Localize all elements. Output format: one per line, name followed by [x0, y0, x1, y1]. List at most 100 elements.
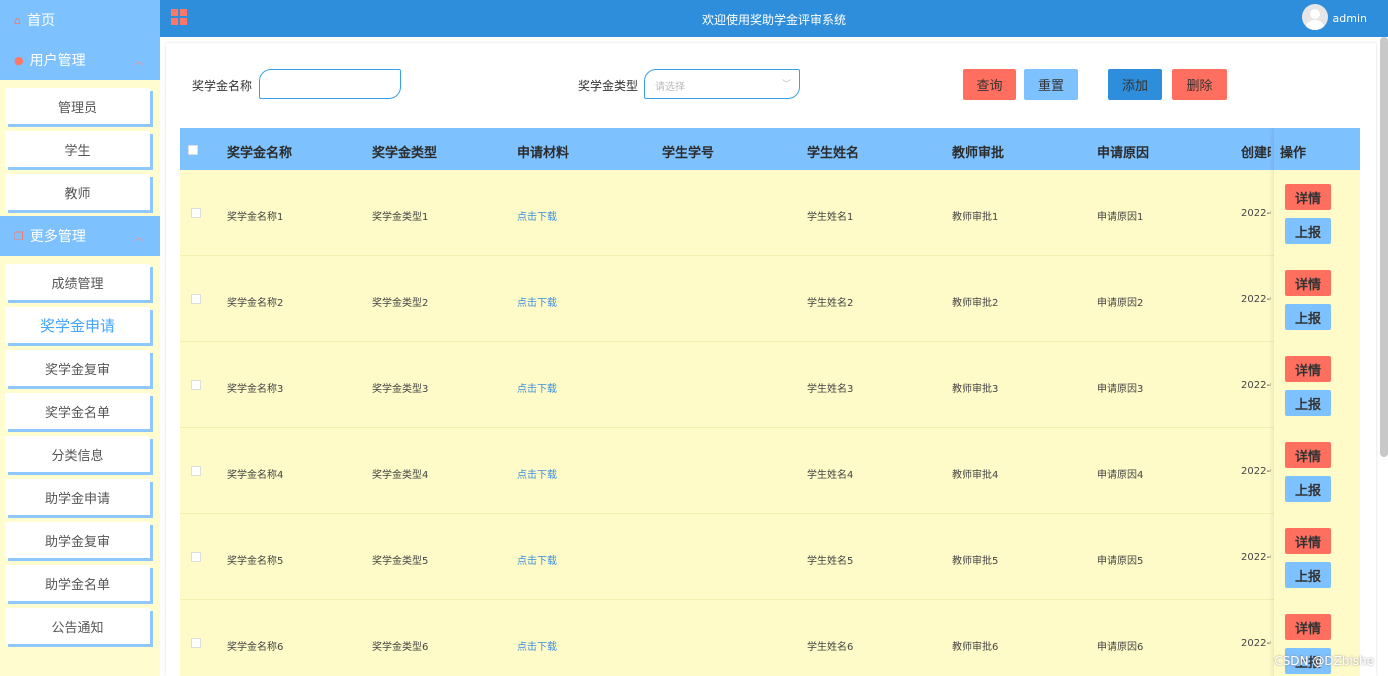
cell-created-clip: 2022-0 — [1241, 636, 1271, 652]
cell-created: 2022-0 — [1241, 208, 1271, 219]
watermark: CSDN @DZbishe — [1274, 654, 1374, 668]
row-checkbox[interactable] — [191, 208, 201, 218]
main-panel: 奖学金名称 奖学金类型 请选择 ﹀ 查询 重置 添加 删除 奖学金名称 奖学金类… — [166, 43, 1376, 676]
sidebar-group-user[interactable]: ● 用户管理 ︿ — [0, 40, 160, 80]
report-button[interactable]: 上报 — [1285, 562, 1331, 588]
row-checkbox[interactable] — [191, 466, 201, 476]
app-title: 欢迎使用奖助学金评审系统 — [701, 13, 846, 27]
cell-student-name: 学生姓名5 — [807, 556, 854, 567]
operations-column: 操作 详情 上报 详情 上报 详情 上报 详情 上报 详情 上报 详情 上报 — [1274, 128, 1360, 676]
sidebar-item-grant-apply[interactable]: 助学金申请 — [5, 479, 150, 515]
chevron-up-icon: ︿ — [134, 56, 144, 68]
row-checkbox[interactable] — [191, 552, 201, 562]
sidebar-item-grades[interactable]: 成绩管理 — [5, 264, 150, 300]
top-bar: 欢迎使用奖助学金评审系统 admin — [160, 0, 1388, 37]
table-row: 奖学金名称3 奖学金类型3 点击下载 学生姓名3 教师审批3 申请原因3 2022-0 — [180, 342, 1360, 428]
col-created: 创建时 — [1241, 146, 1271, 160]
reset-button[interactable]: 重置 — [1024, 69, 1078, 100]
scholarship-type-label: 奖学金类型 — [578, 79, 639, 93]
cell-material[interactable]: 点击下载 — [517, 294, 557, 309]
data-table: 奖学金名称 奖学金类型 申请材料 学生学号 学生姓名 教师审批 申请原因 创建时… — [180, 128, 1360, 676]
cell-created: 2022-0 — [1241, 294, 1271, 305]
table-row: 奖学金名称1 奖学金类型1 点击下载 学生姓名1 教师审批1 申请原因1 2022-0 — [180, 170, 1360, 256]
sidebar-item-scholarship-review[interactable]: 奖学金复审 — [5, 350, 150, 386]
cell-created-clip: 2022-0 — [1241, 378, 1271, 394]
table-row: 奖学金名称6 奖学金类型6 点击下载 学生姓名6 教师审批6 申请原因6 2022-0 — [180, 600, 1360, 676]
row-checkbox[interactable] — [191, 294, 201, 304]
sidebar-group-more-label: 更多管理 — [29, 229, 86, 245]
username[interactable]: admin — [1333, 12, 1367, 25]
chevron-down-icon: ﹀ — [781, 80, 791, 90]
cell-reason: 申请原因4 — [1097, 470, 1144, 481]
detail-button[interactable]: 详情 — [1285, 528, 1331, 554]
cell-name: 奖学金名称2 — [227, 298, 284, 309]
col-approval: 教师审批 — [952, 146, 1005, 161]
detail-button[interactable]: 详情 — [1285, 270, 1331, 296]
sidebar-group-more[interactable]: ❐ 更多管理 ︿ — [0, 216, 160, 256]
cell-created-clip: 2022-0 — [1241, 464, 1271, 480]
sidebar-group-user-label: 用户管理 — [29, 53, 86, 69]
sidebar-item-notice[interactable]: 公告通知 — [5, 608, 150, 644]
cell-type: 奖学金类型4 — [372, 470, 429, 481]
cell-material[interactable]: 点击下载 — [517, 466, 557, 481]
cell-material[interactable]: 点击下载 — [517, 552, 557, 567]
avatar[interactable] — [1302, 4, 1328, 30]
cell-student-name: 学生姓名4 — [807, 470, 854, 481]
cell-material[interactable]: 点击下载 — [517, 380, 557, 395]
row-checkbox[interactable] — [191, 638, 201, 648]
cell-created-clip: 2022-0 — [1241, 206, 1271, 222]
sidebar-item-teacher[interactable]: 教师 — [5, 174, 150, 210]
report-button[interactable]: 上报 — [1285, 304, 1331, 330]
cell-type: 奖学金类型1 — [372, 212, 429, 223]
sidebar-item-grant-review[interactable]: 助学金复审 — [5, 522, 150, 558]
scholarship-type-select[interactable]: 请选择 ﹀ — [644, 69, 800, 99]
report-button[interactable]: 上报 — [1285, 476, 1331, 502]
report-button[interactable]: 上报 — [1285, 218, 1331, 244]
chevron-up-icon: ︿ — [134, 232, 144, 244]
cell-created: 2022-0 — [1241, 380, 1271, 391]
sidebar-item-admin[interactable]: 管理员 — [5, 88, 150, 124]
col-operations: 操作 — [1280, 146, 1307, 161]
cell-created: 2022-0 — [1241, 638, 1271, 649]
detail-button[interactable]: 详情 — [1285, 442, 1331, 468]
detail-button[interactable]: 详情 — [1285, 184, 1331, 210]
page-scrollbar[interactable] — [1380, 37, 1388, 457]
cell-created: 2022-0 — [1241, 552, 1271, 563]
cell-name: 奖学金名称5 — [227, 556, 284, 567]
cell-material[interactable]: 点击下载 — [517, 208, 557, 223]
table-row: 奖学金名称4 奖学金类型4 点击下载 学生姓名4 教师审批4 申请原因4 2022-0 — [180, 428, 1360, 514]
col-created-clip: 创建时 — [1241, 140, 1271, 160]
scholarship-name-input[interactable] — [259, 69, 401, 99]
report-button[interactable]: 上报 — [1285, 390, 1331, 416]
detail-button[interactable]: 详情 — [1285, 614, 1331, 640]
cell-type: 奖学金类型3 — [372, 384, 429, 395]
table-row: 奖学金名称2 奖学金类型2 点击下载 学生姓名2 教师审批2 申请原因2 2022-0 — [180, 256, 1360, 342]
detail-button[interactable]: 详情 — [1285, 356, 1331, 382]
cell-reason: 申请原因2 — [1097, 298, 1144, 309]
col-type: 奖学金类型 — [372, 146, 438, 161]
select-all-checkbox[interactable] — [188, 145, 198, 155]
sidebar-home[interactable]: ⌂ 首页 — [0, 0, 160, 40]
cell-name: 奖学金名称3 — [227, 384, 284, 395]
sidebar: ⌂ 首页 ● 用户管理 ︿ 管理员 学生 教师 ❐ 更多管理 ︿ 成绩管理 奖学… — [0, 0, 160, 676]
cell-approval: 教师审批5 — [952, 556, 999, 567]
cell-type: 奖学金类型2 — [372, 298, 429, 309]
add-button[interactable]: 添加 — [1108, 69, 1162, 100]
cell-material[interactable]: 点击下载 — [517, 638, 557, 653]
query-button[interactable]: 查询 — [963, 69, 1016, 100]
cell-created: 2022-0 — [1241, 466, 1271, 477]
sidebar-item-scholarship-apply[interactable]: 奖学金申请 — [5, 307, 150, 343]
cell-approval: 教师审批2 — [952, 298, 999, 309]
sidebar-item-student[interactable]: 学生 — [5, 131, 150, 167]
table-header: 奖学金名称 奖学金类型 申请材料 学生学号 学生姓名 教师审批 申请原因 创建时 — [180, 128, 1360, 170]
sidebar-item-grant-list[interactable]: 助学金名单 — [5, 565, 150, 601]
cell-approval: 教师审批3 — [952, 384, 999, 395]
scholarship-type-placeholder: 请选择 — [655, 82, 685, 93]
delete-button[interactable]: 删除 — [1172, 69, 1227, 100]
sidebar-item-scholarship-list[interactable]: 奖学金名单 — [5, 393, 150, 429]
row-checkbox[interactable] — [191, 380, 201, 390]
sidebar-item-category[interactable]: 分类信息 — [5, 436, 150, 472]
cell-created-clip: 2022-0 — [1241, 550, 1271, 566]
cell-name: 奖学金名称4 — [227, 470, 284, 481]
col-name: 奖学金名称 — [227, 146, 293, 161]
